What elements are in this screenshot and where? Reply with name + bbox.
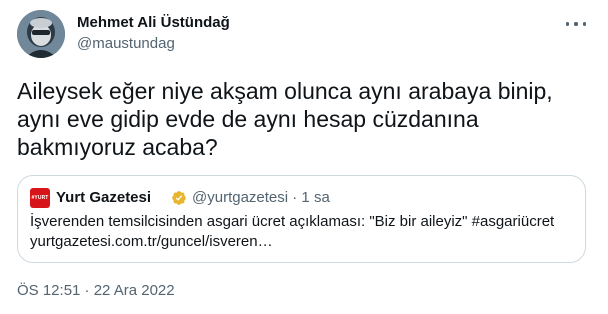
quoted-tweet-text: İşverenden temsilcisinden asgari ücret a… [30, 213, 555, 250]
avatar-image [17, 10, 65, 58]
tweet-timestamp[interactable]: ÖS 12:51 · 22 Ara 2022 [17, 281, 175, 301]
verified-badge-icon [172, 191, 186, 205]
author-handle[interactable]: @maustundag [77, 35, 175, 53]
avatar[interactable] [17, 10, 65, 58]
quoted-avatar-logo: #YURT [30, 188, 50, 208]
more-options-button[interactable] [566, 16, 586, 32]
quoted-logo-text: #YURT [31, 195, 49, 201]
quoted-handle-time: @yurtgazetesi · 1 sa [192, 189, 330, 206]
author-name[interactable]: Mehmet Ali Üstündağ [77, 14, 230, 32]
quoted-tweet[interactable]: #YURT Yurt Gazetesi @yurtgazetesi · 1 sa… [17, 175, 586, 263]
tweet-text: Aileysek eğer niye akşam olunca aynı ara… [17, 78, 553, 160]
tweet-card: Mehmet Ali Üstündağ @maustundag Aileysek… [0, 0, 608, 314]
quoted-author-name: Yurt Gazetesi [56, 189, 152, 206]
more-horizontal-icon [566, 22, 570, 26]
more-horizontal-icon [582, 22, 586, 26]
more-horizontal-icon [574, 22, 578, 26]
